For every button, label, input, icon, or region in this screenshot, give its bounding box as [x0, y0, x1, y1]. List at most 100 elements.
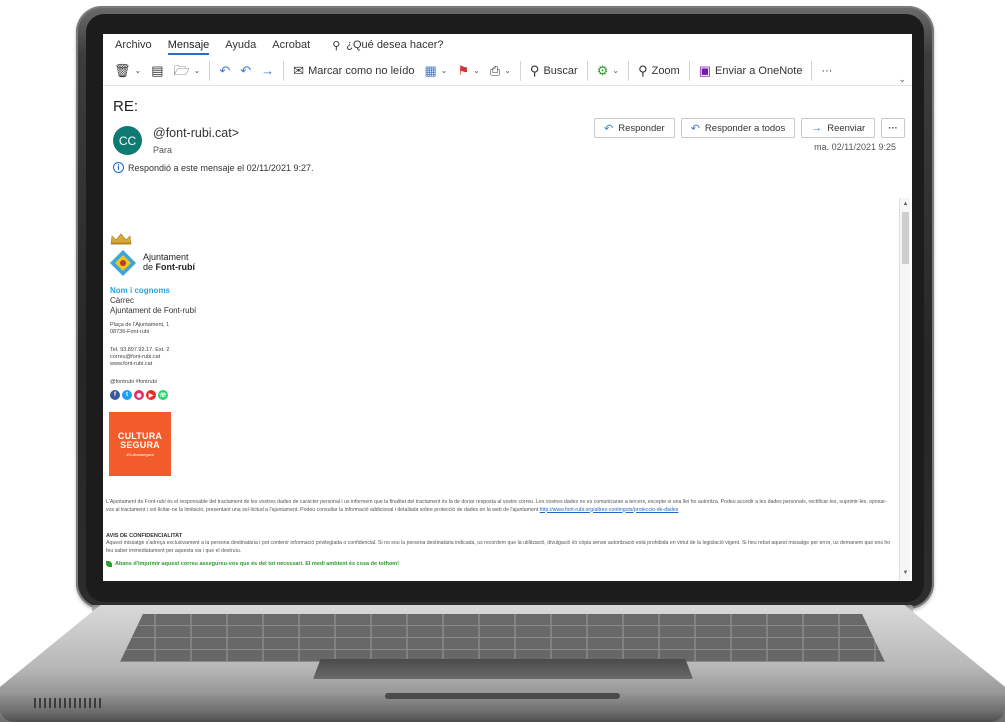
recipient-label: Para	[153, 145, 173, 155]
signature-org: Ajuntament de Font-rubí	[110, 306, 197, 315]
message-date: ma. 02/11/2021 9:25	[814, 142, 896, 152]
signature-address-2: 08736-Font-rubí	[110, 329, 150, 335]
zoom-button[interactable]: ⚲ Zoom	[633, 59, 685, 83]
crown-icon	[110, 233, 132, 245]
flag-button[interactable]: ⚑ ⌄	[452, 59, 484, 83]
categorize-icon: ▦	[424, 63, 437, 78]
youtube-icon[interactable]: ▶	[146, 390, 156, 400]
confidentiality-text: Aquest missatge s'adreça exclusivament a…	[106, 540, 891, 554]
confidentiality-title: AVIS DE CONFIDENCIALITAT	[106, 533, 183, 539]
privacy-link[interactable]: http://www.font-rubi.org/altres-contingu…	[540, 507, 679, 513]
trash-icon: 🗑	[114, 63, 131, 78]
reply-all-button[interactable]: ↶ Responder a todos	[680, 118, 796, 138]
envelope-icon: ✉	[293, 63, 305, 78]
signature-web[interactable]: www.font-rubi.cat	[110, 361, 152, 368]
vertical-scrollbar[interactable]: ▲ ▼	[899, 198, 910, 580]
forward-label: Reenviar	[827, 122, 866, 134]
message-actions: ↶ Responder ↶ Responder a todos → Reenviar …	[594, 118, 905, 138]
zoom-label: Zoom	[651, 64, 680, 77]
privacy-notice: L'Ajuntament de Font-rubí és el responsa…	[106, 499, 894, 514]
menu-bar: Archivo Mensaje Ayuda Acrobat ⚲ ¿Qué des…	[103, 34, 912, 56]
forward-icon: →	[811, 122, 823, 134]
reply-label: Responder	[618, 122, 665, 134]
signature-hashtags: @fontrubi #fontrubi	[110, 379, 157, 385]
menu-acrobat[interactable]: Acrobat	[264, 34, 318, 56]
mark-unread-button[interactable]: ✉ Marcar como no leído	[288, 59, 419, 83]
cultura-segura-badge: CULTURA SEGURA #Culturasegura	[109, 412, 171, 476]
translate-button[interactable]: ⚙ ⌄	[592, 59, 624, 83]
forward-icon: →	[261, 63, 275, 78]
search-button[interactable]: ⚲ Buscar	[525, 59, 583, 83]
leaf-icon	[106, 561, 112, 567]
org-logo-line1: Ajuntament	[143, 252, 189, 262]
print-button[interactable]: ⎙ ⌄	[485, 59, 516, 83]
message-subject: RE:	[113, 98, 139, 115]
avatar[interactable]: CC	[113, 126, 142, 155]
forward-toolbar-button[interactable]: →	[256, 59, 279, 83]
eco-text: Abans d'imprimir aquest correu assegureu…	[115, 561, 400, 567]
reply-button[interactable]: ↶ Responder	[594, 118, 675, 138]
categorize-button[interactable]: ▦ ⌄	[419, 59, 452, 83]
municipal-shield-icon	[110, 250, 136, 276]
signature-name: Nom i cognoms	[110, 286, 171, 295]
chevron-down-icon: ⌄	[440, 66, 448, 75]
more-actions-button[interactable]: ···	[881, 118, 905, 138]
org-logo-text: Ajuntament de Font-rubí	[143, 252, 195, 272]
archive-button[interactable]: ▤	[146, 59, 168, 83]
onenote-button[interactable]: ▣ Enviar a OneNote	[694, 59, 808, 83]
chevron-down-icon: ⌄	[473, 66, 480, 75]
archive-icon: ▤	[151, 63, 164, 78]
magnifier-icon: ⚲	[638, 63, 648, 78]
reply-toolbar-button[interactable]: ↶	[214, 59, 235, 83]
reply-all-icon: ↶	[690, 122, 700, 135]
scroll-up-icon[interactable]: ▲	[901, 200, 910, 209]
menu-mensaje[interactable]: Mensaje	[160, 34, 218, 56]
onenote-label: Enviar a OneNote	[715, 64, 803, 77]
outlook-window: Archivo Mensaje Ayuda Acrobat ⚲ ¿Qué des…	[103, 34, 912, 581]
tell-me-box[interactable]: ⚲ ¿Qué desea hacer?	[332, 39, 443, 52]
ribbon-toolbar: 🗑 ⌄ ▤ 🗁 ⌄ ↶ ↶ → ✉ Marcar como no leído ▦ ⌄ ⚑…	[103, 56, 912, 86]
eco-notice: Abans d'imprimir aquest correu assegureu…	[106, 561, 399, 567]
reply-all-label: Responder a todos	[704, 122, 786, 134]
reply-icon: ↶	[219, 63, 231, 78]
mark-unread-label: Marcar como no leído	[308, 64, 415, 77]
forward-button[interactable]: → Reenviar	[801, 118, 876, 138]
signature-address-1: Plaça de l'Ajuntament, 1	[110, 322, 170, 328]
tell-me-text: ¿Qué desea hacer?	[346, 39, 444, 51]
menu-ayuda[interactable]: Ayuda	[217, 34, 264, 56]
whatsapp-icon[interactable]: ☏	[158, 390, 168, 400]
more-commands-button[interactable]: ···	[816, 59, 837, 83]
message-body: Ajuntament de Font-rubí Nom i cognoms Cà…	[103, 184, 898, 581]
toolbar-divider	[283, 60, 285, 81]
flag-icon: ⚑	[457, 63, 470, 78]
org-logo-line2: de Font-rubí	[143, 262, 195, 272]
signature-phone: Tel. 93.897.92.17. Ext. 2	[110, 347, 170, 353]
reply-all-toolbar-button[interactable]: ↶	[235, 59, 256, 83]
facebook-icon[interactable]: f	[110, 390, 120, 400]
org-logo-name: Font-rubí	[155, 262, 196, 272]
reply-all-icon: ↶	[240, 63, 252, 78]
lightbulb-icon: ⚲	[332, 39, 341, 52]
chevron-down-icon: ⌄	[134, 66, 142, 75]
social-icons: f t ◉ ▶ ☏	[110, 390, 168, 400]
instagram-icon[interactable]: ◉	[134, 390, 144, 400]
org-logo-prefix: de	[143, 262, 154, 272]
toolbar-divider	[688, 60, 690, 81]
sender-address[interactable]: @font-rubi.cat>	[153, 126, 239, 140]
toolbar-divider	[586, 60, 588, 81]
lid-notch	[385, 693, 620, 699]
badge-line2: SEGURA	[120, 439, 160, 450]
menu-archivo[interactable]: Archivo	[107, 34, 160, 56]
scroll-down-icon[interactable]: ▼	[901, 569, 910, 578]
badge-tag: #Culturasegura	[126, 451, 154, 457]
signature-email[interactable]: correu@font-rubi.cat	[110, 354, 160, 361]
move-folder-icon: 🗁	[173, 63, 190, 78]
delete-button[interactable]: 🗑 ⌄	[109, 59, 146, 83]
ribbon-collapse-icon[interactable]: ⌄	[898, 74, 906, 85]
scroll-thumb[interactable]	[902, 212, 909, 264]
move-button[interactable]: 🗁 ⌄	[169, 59, 206, 83]
replied-info-text: Respondió a este mensaje el 02/11/2021 9…	[128, 162, 314, 173]
twitter-icon[interactable]: t	[122, 390, 132, 400]
reply-icon: ↶	[604, 122, 614, 135]
privacy-text: L'Ajuntament de Font-rubí és el responsa…	[106, 499, 887, 513]
